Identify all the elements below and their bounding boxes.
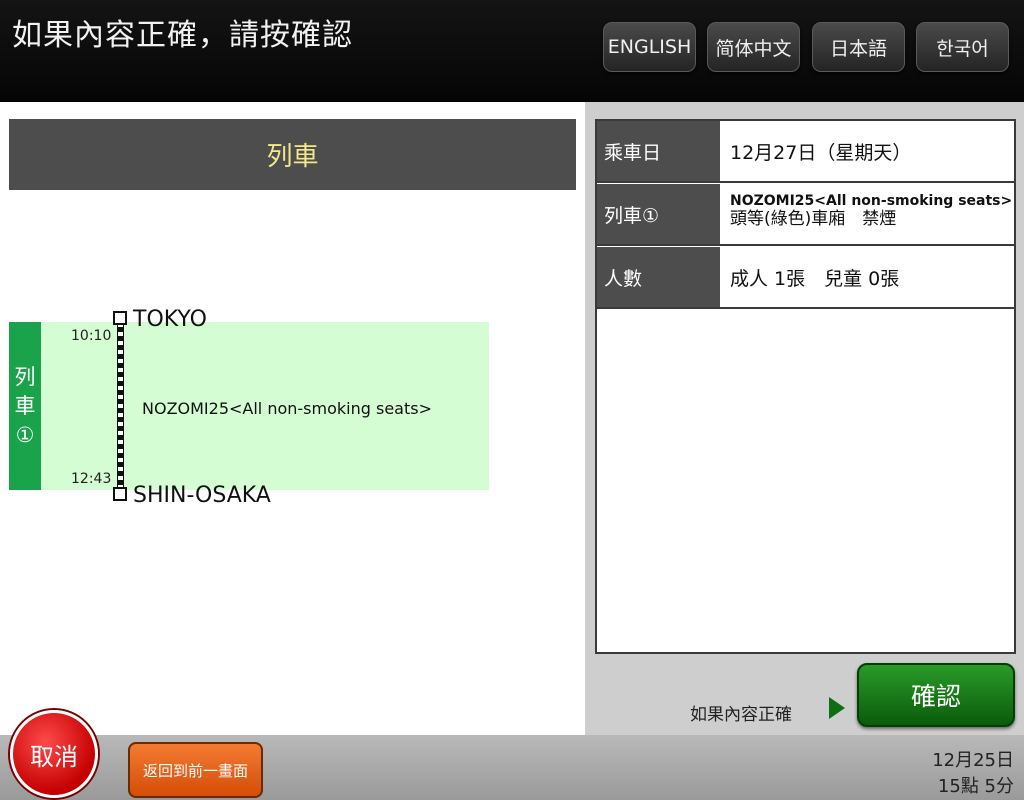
departure-time: 10:10	[71, 328, 112, 344]
destination-station-marker	[113, 487, 127, 501]
arrow-right-icon	[829, 697, 845, 719]
train-value-class: 頭等(綠色)車廂 禁煙	[730, 209, 897, 229]
current-datetime: 12月25日 15點 5分	[932, 748, 1014, 800]
cancel-button[interactable]: 取消	[10, 710, 98, 798]
leg-tag-char-3: ①	[15, 422, 35, 447]
row-passengers: 人數 成人 1張 兒童 0張	[597, 247, 1014, 309]
travel-date-value: 12月27日（星期天）	[730, 141, 912, 164]
back-button[interactable]: 返回到前一畫面	[128, 742, 263, 798]
train-section-title: 列車	[9, 119, 576, 190]
train-label: 列車①	[597, 184, 720, 244]
leg-tag-char-2: 車	[14, 393, 36, 418]
arrival-time: 12:43	[71, 471, 112, 487]
leg-tag-char-1: 列	[14, 364, 36, 389]
confirm-hint: 如果內容正確	[690, 705, 792, 725]
language-simplified-chinese-button[interactable]: 简体中文	[707, 22, 800, 72]
destination-station-name: SHIN-OSAKA	[133, 483, 271, 508]
train-value-name: NOZOMI25<All non-smoking seats>	[730, 193, 1013, 209]
row-travel-date: 乘車日 12月27日（星期天）	[597, 121, 1014, 183]
booking-summary-table: 乘車日 12月27日（星期天） 列車① NOZOMI25<All non-smo…	[595, 119, 1016, 654]
origin-station-name: TOKYO	[133, 307, 207, 332]
current-date: 12月25日	[932, 750, 1014, 771]
current-time: 15點 5分	[937, 776, 1014, 797]
page-title: 如果內容正確，請按確認	[12, 18, 353, 53]
header-bar: 如果內容正確，請按確認 ENGLISH 简体中文 日本語 한국어	[0, 0, 1024, 102]
train-value: NOZOMI25<All non-smoking seats> 頭等(綠色)車廂…	[730, 192, 1012, 228]
passengers-label: 人數	[597, 247, 720, 307]
passengers-value: 成人 1張 兒童 0張	[730, 267, 900, 290]
language-japanese-button[interactable]: 日本語	[812, 22, 905, 72]
language-english-button[interactable]: ENGLISH	[603, 22, 696, 72]
confirm-button[interactable]: 確認	[857, 663, 1015, 727]
row-train: 列車① NOZOMI25<All non-smoking seats> 頭等(綠…	[597, 184, 1014, 246]
route-track-line	[117, 318, 124, 496]
train-name: NOZOMI25<All non-smoking seats>	[142, 399, 432, 418]
origin-station-marker	[113, 311, 127, 325]
travel-date-label: 乘車日	[597, 121, 720, 181]
train-leg-tag: 列 車 ①	[9, 322, 41, 490]
language-korean-button[interactable]: 한국어	[916, 22, 1009, 72]
